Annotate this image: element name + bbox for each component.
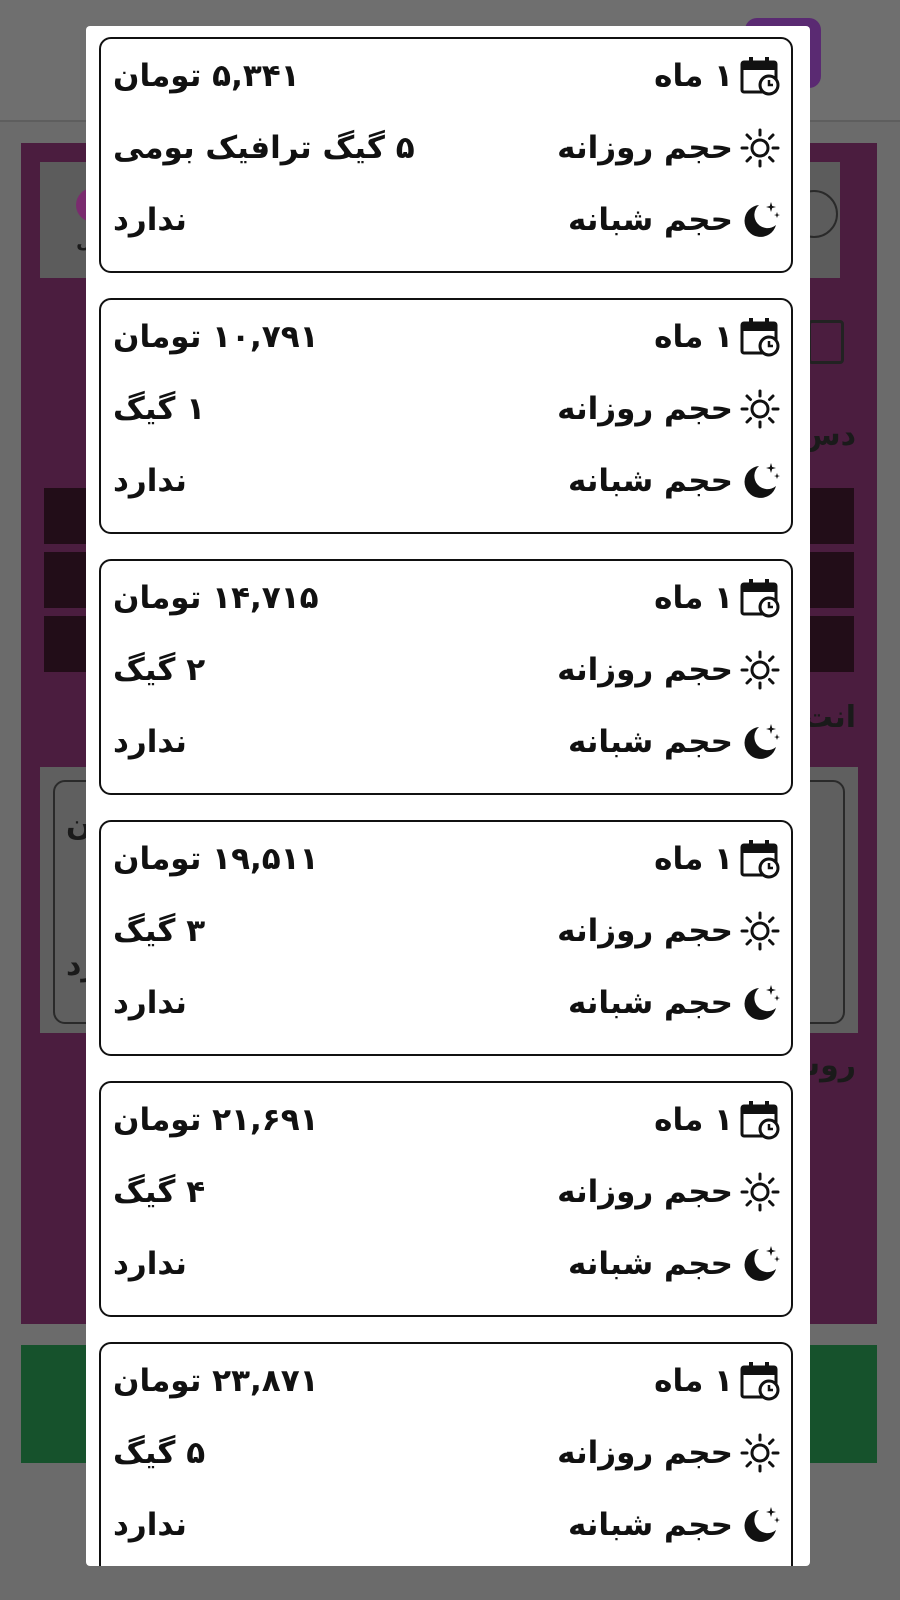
section-heading-select: انت [802, 700, 856, 735]
plan-daily-label: حجم روزانه [557, 130, 733, 166]
plan-night-label: حجم شبانه [567, 724, 733, 760]
moon-stars-icon [744, 1246, 780, 1281]
plan-daily-row: حجم روزانه ۵ گیگ ترافیک بومی [113, 125, 781, 171]
plan-duration: ۱ ماه [654, 319, 733, 355]
plan-duration: ۱ ماه [654, 58, 733, 94]
plan-night-label: حجم شبانه [567, 1507, 733, 1543]
calendar-clock-icon [740, 579, 780, 618]
plan-price: ۲۱,۶۹۱ تومان [113, 1102, 319, 1138]
plan-daily-value: ۲ گیگ [113, 652, 206, 688]
plan-duration: ۱ ماه [654, 841, 733, 877]
moon-stars-icon [744, 463, 780, 498]
moon-stars-icon [744, 985, 780, 1020]
plan-night-value: ندارد [113, 1246, 187, 1282]
plan-duration: ۱ ماه [654, 1363, 733, 1399]
plan-night-value: ندارد [113, 1507, 187, 1543]
plan-selection-modal: ۱ ماه ۵,۳۴۱ تومان حجم روزانه ۵ گیگ ترافی… [86, 26, 810, 1566]
plan-daily-value: ۴ گیگ [113, 1174, 206, 1210]
plan-duration-row: ۱ ماه ۱۴,۷۱۵ تومان [113, 575, 781, 621]
plan-duration-row: ۱ ماه ۲۳,۸۷۱ تومان [113, 1358, 781, 1404]
moon-stars-icon [744, 202, 780, 237]
plan-night-label: حجم شبانه [567, 202, 733, 238]
plan-duration-row: ۱ ماه ۵,۳۴۱ تومان [113, 53, 781, 99]
plan-night-row: حجم شبانه ندارد [113, 980, 781, 1026]
plan-night-row: حجم شبانه ندارد [113, 1241, 781, 1287]
plan-duration-row: ۱ ماه ۱۰,۷۹۱ تومان [113, 314, 781, 360]
plan-daily-value: ۱ گیگ [113, 391, 206, 427]
plan-daily-label: حجم روزانه [557, 913, 733, 949]
plan-night-value: ندارد [113, 985, 187, 1021]
sun-icon [740, 1172, 780, 1212]
plan-night-row: حجم شبانه ندارد [113, 1502, 781, 1548]
plan-night-row: حجم شبانه ندارد [113, 458, 781, 504]
plan-duration-row: ۱ ماه ۲۱,۶۹۱ تومان [113, 1097, 781, 1143]
plan-price: ۱۴,۷۱۵ تومان [113, 580, 319, 616]
sun-icon [740, 650, 780, 690]
plan-night-label: حجم شبانه [567, 463, 733, 499]
plan-card-6[interactable]: ۱ ماه ۲۳,۸۷۱ تومان حجم روزانه ۵ گیگ حجم … [99, 1342, 793, 1566]
plan-price: ۲۳,۸۷۱ تومان [113, 1363, 319, 1399]
plan-card-4[interactable]: ۱ ماه ۱۹,۵۱۱ تومان حجم روزانه ۳ گیگ حجم … [99, 820, 793, 1056]
sun-icon [740, 128, 780, 168]
plan-price: ۱۹,۵۱۱ تومان [113, 841, 319, 877]
plan-price: ۵,۳۴۱ تومان [113, 58, 300, 94]
plan-card-1[interactable]: ۱ ماه ۵,۳۴۱ تومان حجم روزانه ۵ گیگ ترافی… [99, 37, 793, 273]
plan-daily-row: حجم روزانه ۲ گیگ [113, 647, 781, 693]
moon-stars-icon [744, 1507, 780, 1542]
plan-duration: ۱ ماه [654, 1102, 733, 1138]
plan-daily-label: حجم روزانه [557, 1435, 733, 1471]
calendar-clock-icon [740, 840, 780, 879]
plan-night-row: حجم شبانه ندارد [113, 719, 781, 765]
plan-daily-row: حجم روزانه ۱ گیگ [113, 386, 781, 432]
plan-night-label: حجم شبانه [567, 1246, 733, 1282]
plan-price: ۱۰,۷۹۱ تومان [113, 319, 319, 355]
plan-daily-row: حجم روزانه ۴ گیگ [113, 1169, 781, 1215]
plan-night-value: ندارد [113, 202, 187, 238]
sun-icon [740, 389, 780, 429]
plan-card-2[interactable]: ۱ ماه ۱۰,۷۹۱ تومان حجم روزانه ۱ گیگ حجم … [99, 298, 793, 534]
plan-daily-label: حجم روزانه [557, 652, 733, 688]
plan-card-3[interactable]: ۱ ماه ۱۴,۷۱۵ تومان حجم روزانه ۲ گیگ حجم … [99, 559, 793, 795]
calendar-clock-icon [740, 57, 780, 96]
plan-night-value: ندارد [113, 463, 187, 499]
plan-daily-value: ۵ گیگ ترافیک بومی [113, 130, 415, 166]
plan-card-5[interactable]: ۱ ماه ۲۱,۶۹۱ تومان حجم روزانه ۴ گیگ حجم … [99, 1081, 793, 1317]
sun-icon [740, 911, 780, 951]
plan-daily-row: حجم روزانه ۳ گیگ [113, 908, 781, 954]
calendar-clock-icon [740, 1101, 780, 1140]
plan-night-row: حجم شبانه ندارد [113, 197, 781, 243]
calendar-clock-icon [740, 318, 780, 357]
plan-night-label: حجم شبانه [567, 985, 733, 1021]
plan-duration: ۱ ماه [654, 580, 733, 616]
background-checkbox[interactable] [808, 320, 844, 364]
plan-daily-label: حجم روزانه [557, 391, 733, 427]
plan-daily-row: حجم روزانه ۵ گیگ [113, 1430, 781, 1476]
plan-daily-value: ۵ گیگ [113, 1435, 206, 1471]
moon-stars-icon [744, 724, 780, 759]
plan-daily-value: ۳ گیگ [113, 913, 206, 949]
plan-duration-row: ۱ ماه ۱۹,۵۱۱ تومان [113, 836, 781, 882]
plan-night-value: ندارد [113, 724, 187, 760]
plan-daily-label: حجم روزانه [557, 1174, 733, 1210]
calendar-clock-icon [740, 1362, 780, 1401]
sun-icon [740, 1433, 780, 1473]
